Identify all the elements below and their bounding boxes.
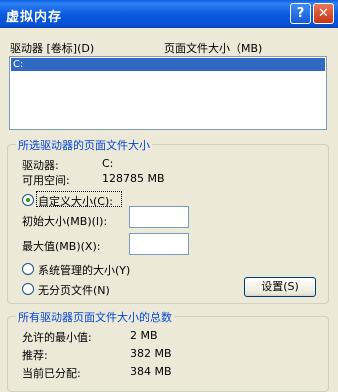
help-button[interactable]: ? bbox=[290, 3, 311, 24]
total-size-group-label: 所有驱动器页面文件大小的总数 bbox=[16, 309, 174, 325]
no-paging-radio[interactable] bbox=[22, 283, 34, 295]
custom-size-radio[interactable] bbox=[22, 194, 34, 206]
max-size-label: 最大值(MB)(X): bbox=[22, 240, 101, 253]
min-allowed-label: 允许的最小值: bbox=[22, 331, 92, 344]
system-managed-radio[interactable] bbox=[22, 263, 34, 275]
max-size-input[interactable] bbox=[129, 233, 189, 255]
list-item[interactable]: C: bbox=[11, 58, 325, 71]
radio-selected-dot bbox=[26, 198, 30, 202]
free-space-value: 128785 MB bbox=[102, 172, 165, 185]
no-paging-label[interactable]: 无分页文件(N) bbox=[38, 282, 110, 298]
initial-size-label: 初始大小(MB)(I): bbox=[22, 215, 108, 228]
recommended-label: 推荐: bbox=[22, 349, 48, 362]
selected-drive-group-label: 所选驱动器的页面文件大小 bbox=[16, 137, 152, 153]
drive-column-header: 驱动器 [卷标](D) bbox=[10, 42, 95, 55]
initial-size-input[interactable] bbox=[129, 206, 189, 228]
window-title: 虚拟内存 bbox=[6, 10, 63, 25]
help-icon: ? bbox=[296, 6, 305, 21]
title-bar[interactable]: 虚拟内存 ? ✕ bbox=[0, 0, 338, 28]
min-allowed-value: 2 MB bbox=[130, 329, 158, 342]
set-button[interactable]: 设置(S) bbox=[244, 277, 316, 297]
recommended-value: 382 MB bbox=[130, 347, 172, 360]
drive-listbox[interactable]: C: bbox=[9, 56, 327, 130]
current-allocated-label: 当前已分配: bbox=[22, 367, 81, 380]
drive-label: 驱动器: bbox=[22, 159, 59, 172]
drive-value: C: bbox=[102, 157, 114, 170]
size-column-header: 页面文件大小（MB) bbox=[164, 42, 263, 55]
close-icon: ✕ bbox=[318, 6, 329, 21]
free-space-label: 可用空间: bbox=[22, 174, 70, 187]
system-managed-label[interactable]: 系统管理的大小(Y) bbox=[38, 262, 130, 278]
custom-size-label[interactable]: 自定义大小(C): bbox=[38, 193, 113, 209]
close-button[interactable]: ✕ bbox=[313, 3, 334, 24]
current-allocated-value: 384 MB bbox=[130, 365, 172, 378]
